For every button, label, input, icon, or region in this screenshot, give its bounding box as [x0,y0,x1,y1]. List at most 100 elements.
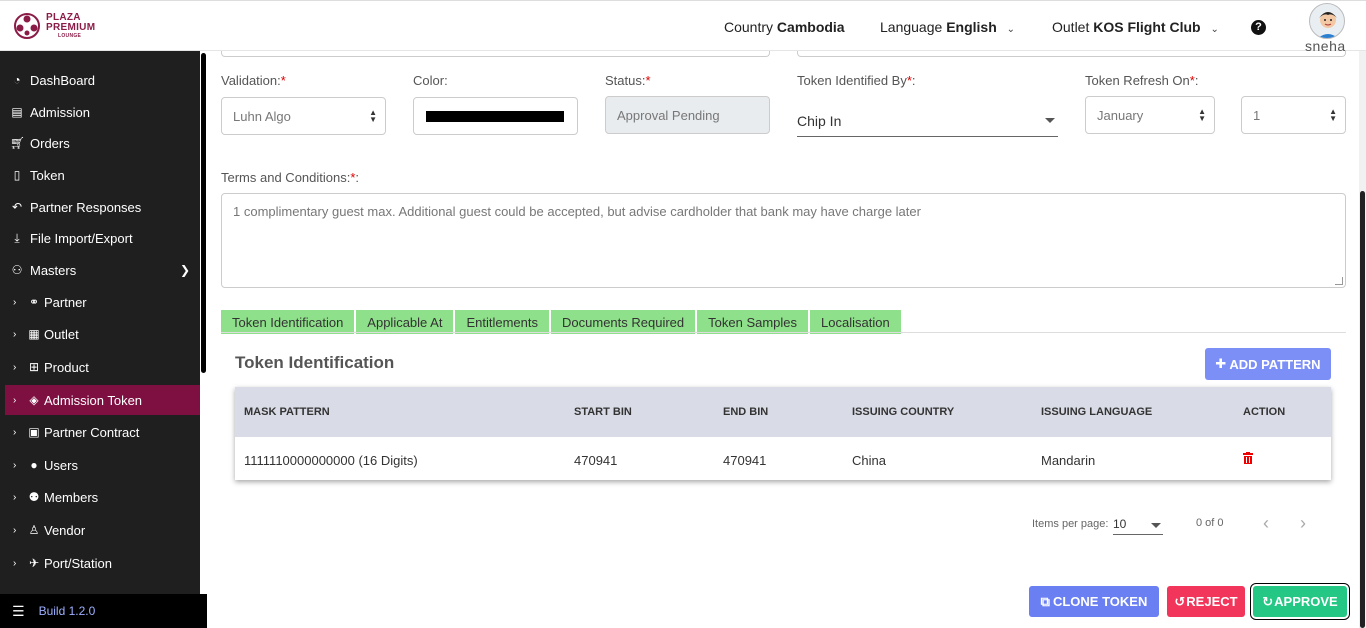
column-header[interactable]: ISSUING COUNTRY [852,406,954,418]
refresh-label-text: Token Refresh On [1085,73,1190,88]
sidebar: ◔ DashBoard ▤ Admission 🛒︎ Orders ▯ Toke… [0,51,207,628]
sidebar-item-label: Users [44,457,78,473]
required-mark: * [280,73,286,88]
sidebar-item-label: Partner Contract [44,424,140,440]
validation-select[interactable]: Luhn Algo ▲ ▼ [221,97,386,135]
status-value: Approval Pending [617,107,720,123]
ticket-icon: ◈ [29,393,39,407]
redo-icon: ↻ [1262,593,1274,609]
prev-page-icon[interactable]: ‹ [1263,513,1269,534]
resize-grip-icon[interactable] [1335,277,1343,285]
validation-label: Validation:* [221,73,286,88]
sidebar-item-admission[interactable]: ▤ Admission [5,97,200,127]
updown-icon: ▲ ▼ [369,108,377,124]
column-header[interactable]: START BIN [574,406,632,418]
sidebar-item-members[interactable]: › ⚉ Members [5,482,200,512]
sidebar-item-label: Partner [44,294,87,310]
sidebar-item-label: Token [30,167,65,183]
sidebar-item-orders[interactable]: 🛒︎ Orders [5,128,200,158]
sidebar-item-masters[interactable]: ⚇ Masters ❯ [5,255,200,285]
color-label: Color: [413,73,448,88]
reply-icon: ↶ [11,200,23,214]
file-icon: ▯ [13,168,21,182]
items-per-page-select[interactable]: 10 [1113,513,1163,535]
avatar-icon [1318,12,1338,38]
sidebar-item-product[interactable]: › ⊞ Product [5,352,200,382]
color-picker[interactable] [413,97,578,135]
sidebar-item-label: Product [44,359,89,375]
tab-token-identification[interactable]: Token Identification [221,310,355,334]
sidebar-item-outlet[interactable]: › ▦ Outlet [5,319,200,349]
refresh-day-value: 1 [1253,107,1261,123]
cell-language: Mandarin [1041,453,1096,468]
reject-button[interactable]: ↺ REJECT [1167,586,1245,617]
validation-label-text: Validation: [221,73,281,88]
outlet-value: KOS Flight Club [1093,19,1201,35]
column-header[interactable]: END BIN [723,406,768,418]
identified-label: Token Identified By*: [797,73,916,88]
tab-entitlements[interactable]: Entitlements [455,310,550,334]
cart-icon: 🛒︎ [10,136,26,150]
add-pattern-button[interactable]: ✚ ADD PATTERN [1205,348,1331,380]
users-icon: ⚉ [28,490,40,504]
chevron-right-icon: › [13,426,17,438]
refresh-month-select[interactable]: January ▲ ▼ [1085,96,1215,134]
sidebar-item-token[interactable]: ▯ Token [5,160,200,190]
sidebar-item-port-station[interactable]: › ✈ Port/Station [5,548,200,578]
hamburger-icon[interactable]: ☰ [12,603,25,620]
plane-icon: ✈ [28,556,40,570]
terms-value: 1 complimentary guest max. Additional gu… [233,204,921,219]
outlet-label: Outlet [1052,19,1090,35]
sidebar-item-dashboard[interactable]: ◔ DashBoard [5,65,200,95]
gift-icon: ⊞ [28,360,40,374]
items-per-page-label: Items per page: [1032,518,1109,530]
refresh-label: Token Refresh On*: [1085,73,1198,88]
section-title: Token Identification [235,353,395,372]
building-icon: ▦ [28,327,40,341]
page-scrollbar-thumb[interactable] [1360,191,1365,628]
sidebar-item-partner-contract[interactable]: › ▣ Partner Contract [5,417,200,447]
terms-label-text: Terms and Conditions: [221,170,351,185]
approve-button[interactable]: ↻ APPROVE [1250,583,1350,620]
next-page-icon[interactable]: › [1300,513,1306,534]
sidebar-item-file-import-export[interactable]: ⤓ File Import/Export [5,223,200,253]
tab-applicable-at[interactable]: Applicable At [356,310,454,334]
updown-icon: ▲ ▼ [1329,107,1337,123]
help-icon[interactable]: ? [1251,20,1266,35]
tab-documents-required[interactable]: Documents Required [551,310,696,334]
identified-select[interactable]: Chip In [797,95,1058,137]
clone-token-button[interactable]: ⧉ CLONE TOKEN [1029,586,1159,617]
brand-logo[interactable]: PLAZA PREMIUM LOUNGE [12,11,95,41]
refresh-month-value: January [1097,107,1144,123]
outlet-selector[interactable]: Outlet KOS Flight Club ⌄ [1052,19,1219,35]
sidebar-item-label: DashBoard [30,72,96,88]
sidebar-item-label: Masters [30,262,77,278]
id-card-icon: ▤ [11,105,23,119]
avatar[interactable] [1309,3,1345,39]
sidebar-scrollbar-thumb[interactable] [201,53,206,373]
sidebar-item-users[interactable]: › ● Users [5,450,200,480]
chevron-right-icon: › [13,524,17,536]
tab-token-samples[interactable]: Token Samples [697,310,809,334]
sidebar-item-admission-token[interactable]: › ◈ Admission Token [5,385,200,415]
chevron-down-icon: ⌄ [1006,24,1016,35]
brand-line1: PLAZA [46,11,81,23]
required-mark: * [645,73,651,88]
add-pattern-label: ADD PATTERN [1229,356,1321,372]
reject-label: REJECT [1186,594,1238,609]
sidebar-item-partner[interactable]: › ⚭ Partner [5,287,200,317]
sidebar-item-partner-responses[interactable]: ↶ Partner Responses [5,192,200,222]
tab-localisation[interactable]: Localisation [810,310,901,334]
refresh-day-select[interactable]: 1 ▲ ▼ [1241,96,1346,134]
chevron-right-icon: › [13,459,17,471]
updown-icon: ▲ ▼ [1198,107,1206,123]
trash-icon[interactable] [1243,452,1253,464]
country-selector[interactable]: Country Cambodia [724,19,845,35]
terms-textarea[interactable]: 1 complimentary guest max. Additional gu… [221,193,1346,288]
chevron-right-icon: › [13,557,17,569]
language-selector[interactable]: Language English ⌄ [880,19,1015,35]
brand-name: PLAZA PREMIUM LOUNGE [46,11,95,40]
column-header[interactable]: ISSUING LANGUAGE [1041,406,1152,418]
sidebar-item-vendor[interactable]: › ♙ Vendor [5,515,200,545]
column-header[interactable]: MASK PATTERN [244,406,330,418]
